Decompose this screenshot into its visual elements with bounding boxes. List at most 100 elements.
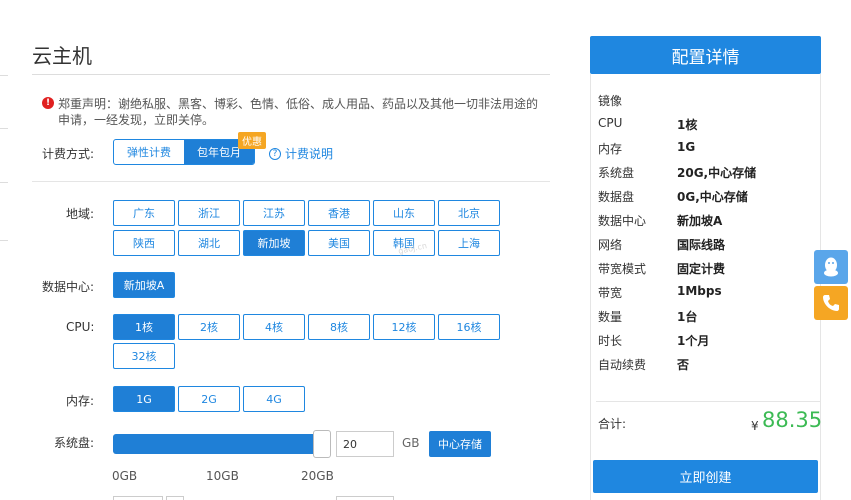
edge-tick (0, 240, 8, 241)
config-key: 数量 (598, 310, 623, 324)
edge-tick (0, 182, 8, 183)
region-option-selected[interactable]: 新加坡 (243, 230, 305, 256)
cpu-option[interactable]: 2核 (178, 314, 240, 340)
next-section-stub (113, 496, 163, 500)
config-key: 自动续费 (598, 358, 647, 372)
config-value: 国际线路 (677, 238, 726, 252)
qq-icon (824, 257, 838, 277)
section-divider (32, 181, 550, 182)
edge-tick (0, 128, 8, 129)
next-section-stub (336, 496, 394, 500)
region-option[interactable]: 上海 (438, 230, 500, 256)
config-value: 1Mbps (677, 284, 722, 298)
region-option[interactable]: 北京 (438, 200, 500, 226)
cpu-option[interactable]: 8核 (308, 314, 370, 340)
region-option[interactable]: 美国 (308, 230, 370, 256)
cpu-option[interactable]: 4核 (243, 314, 305, 340)
config-key: 带宽 (598, 286, 623, 300)
config-key: 带宽模式 (598, 262, 647, 276)
config-value: 1核 (677, 118, 698, 132)
billing-help-link[interactable]: ? 计费说明 (269, 145, 333, 162)
system-disk-label: 系统盘: (54, 436, 95, 450)
config-key: CPU (598, 116, 623, 130)
title-divider (32, 74, 550, 75)
cpu-option[interactable]: 12核 (373, 314, 435, 340)
region-option[interactable]: 香港 (308, 200, 370, 226)
billing-option-elastic[interactable]: 弹性计费 (114, 140, 184, 164)
config-row: 内存 1G (598, 140, 695, 157)
datacenter-label: 数据中心: (42, 280, 95, 294)
cpu-option[interactable]: 16核 (438, 314, 500, 340)
phone-icon (823, 295, 839, 311)
central-storage-button[interactable]: 中心存储 (429, 431, 491, 457)
region-option[interactable]: 陕西 (113, 230, 175, 256)
region-option[interactable]: 山东 (373, 200, 435, 226)
config-row: 数据盘 0G,中心存储 (598, 188, 748, 205)
notice: ! 郑重声明：谢绝私服、黑客、博彩、色情、低俗、成人用品、药品以及其他一切非法用… (42, 96, 548, 128)
memory-label: 内存: (66, 394, 95, 408)
config-panel-header: 配置详情 (590, 36, 821, 74)
config-row: 带宽模式 固定计费 (598, 260, 725, 277)
next-section-stub (166, 496, 184, 500)
region-option[interactable]: 江苏 (243, 200, 305, 226)
region-option[interactable]: 浙江 (178, 200, 240, 226)
billing-label: 计费方式: (42, 147, 95, 161)
cpu-label: CPU: (66, 320, 95, 334)
notice-text: 郑重声明：谢绝私服、黑客、博彩、色情、低俗、成人用品、药品以及其他一切非法用途的… (58, 97, 539, 127)
system-disk-slider[interactable] (113, 430, 332, 458)
config-key: 数据盘 (598, 190, 635, 204)
config-value: 1G (677, 140, 696, 154)
config-value: 否 (677, 358, 690, 372)
config-divider (596, 401, 820, 402)
create-now-button[interactable]: 立即创建 (593, 460, 818, 493)
question-icon: ? (269, 147, 281, 160)
qq-contact-button[interactable] (814, 250, 848, 284)
config-key: 数据中心 (598, 214, 647, 228)
datacenter-option-selected[interactable]: 新加坡A (113, 272, 175, 298)
currency-symbol: ¥ (751, 419, 759, 433)
config-row: 带宽 1Mbps (598, 284, 722, 301)
system-disk-input[interactable] (336, 431, 394, 457)
config-value: 1台 (677, 310, 698, 324)
config-row: 网络 国际线路 (598, 236, 725, 253)
cpu-option-selected[interactable]: 1核 (113, 314, 175, 340)
page-title: 云主机 (32, 44, 92, 68)
config-key: 内存 (598, 142, 623, 156)
slider-scale-label: 10GB (206, 469, 239, 483)
memory-option[interactable]: 2G (178, 386, 240, 412)
config-row: 自动续费 否 (598, 356, 689, 373)
system-disk-unit: GB (402, 436, 420, 450)
config-value: 1个月 (677, 334, 710, 348)
phone-contact-button[interactable] (814, 286, 848, 320)
config-value: 20G,中心存储 (677, 166, 757, 180)
config-row: CPU 1核 (598, 116, 697, 133)
memory-option[interactable]: 4G (243, 386, 305, 412)
config-key: 网络 (598, 238, 623, 252)
config-row: 时长 1个月 (598, 332, 709, 349)
config-key: 系统盘 (598, 166, 635, 180)
slider-scale-label: 20GB (301, 469, 334, 483)
total-label: 合计: (598, 417, 627, 431)
region-option[interactable]: 广东 (113, 200, 175, 226)
total-price: 88.35 (762, 408, 823, 432)
config-key: 时长 (598, 334, 623, 348)
config-value: 新加坡A (677, 214, 723, 228)
config-value: 固定计费 (677, 262, 726, 276)
cpu-option[interactable]: 32核 (113, 343, 175, 369)
region-option[interactable]: 湖北 (178, 230, 240, 256)
billing-help-label: 计费说明 (285, 147, 334, 161)
config-value: 0G,中心存储 (677, 190, 748, 204)
promo-badge: 优惠 (238, 132, 266, 149)
config-row: 系统盘 20G,中心存储 (598, 164, 756, 181)
config-row: 数量 1台 (598, 308, 697, 325)
slider-handle[interactable] (313, 430, 332, 458)
config-row: 镜像 (598, 92, 677, 109)
slider-scale-label: 0GB (112, 469, 138, 483)
edge-tick (0, 75, 8, 76)
memory-option-selected[interactable]: 1G (113, 386, 175, 412)
config-key: 镜像 (598, 94, 623, 108)
alert-icon: ! (42, 97, 54, 109)
region-label: 地域: (66, 207, 95, 221)
config-row: 数据中心 新加坡A (598, 212, 722, 229)
billing-toggle: 弹性计费 包年包月 (113, 139, 255, 165)
